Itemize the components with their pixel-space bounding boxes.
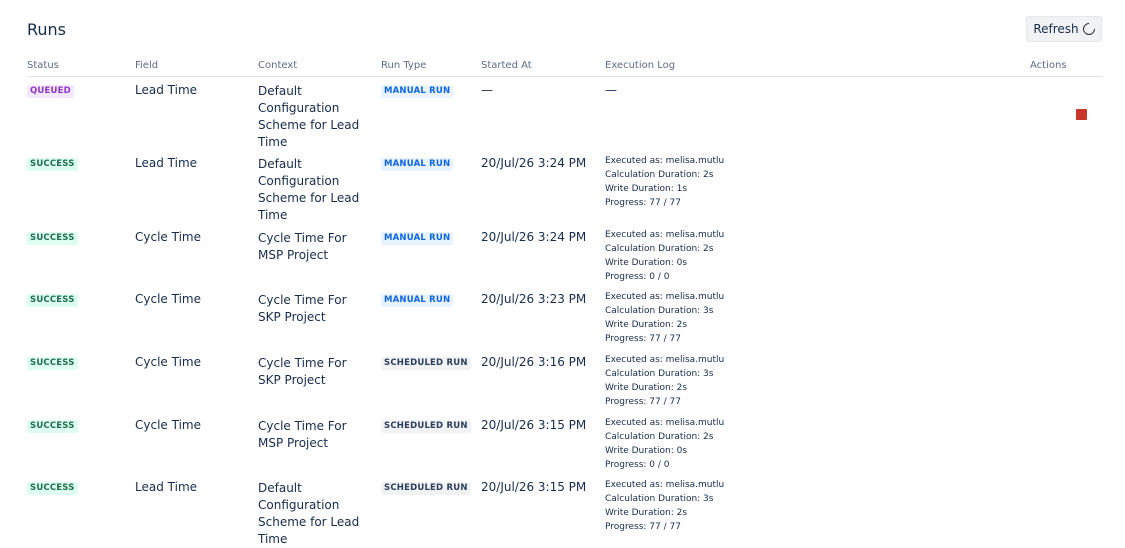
column-header-actions: Actions [1030, 60, 1067, 71]
context-cell: Cycle Time For SKP Project [258, 293, 347, 324]
log-progress: Progress: 0 / 0 [605, 460, 670, 470]
status-badge: SUCCESS [27, 357, 78, 370]
column-header-run-type: Run Type [381, 60, 427, 71]
field-cell: Cycle Time [135, 230, 201, 244]
execution-log-cell: Executed as: melisa.mutlu Calculation Du… [605, 416, 724, 472]
log-executed: Executed as: melisa.mutlu [605, 292, 725, 302]
run-type-badge: MANUAL RUN [381, 294, 454, 307]
run-type-badge: SCHEDULED RUN [381, 420, 471, 433]
field-cell: Lead Time [135, 156, 198, 170]
context-cell: Cycle Time For SKP Project [258, 356, 347, 387]
context-cell: Cycle Time For MSP Project [258, 419, 347, 450]
log-write: Write Duration: 0s [605, 446, 688, 456]
execution-log-cell: Executed as: melisa.mutlu Calculation Du… [605, 228, 724, 284]
log-write: Write Duration: 0s [605, 258, 688, 268]
started-at-cell: 20/Jul/26 3:15 PM [481, 418, 587, 432]
execution-log-cell: — [605, 83, 617, 97]
started-at-cell: 20/Jul/26 3:15 PM [481, 480, 587, 494]
page-title: Runs [27, 20, 67, 39]
started-at-cell: 20/Jul/26 3:24 PM [481, 230, 587, 244]
run-type-badge: MANUAL RUN [381, 232, 454, 245]
log-calculation: Calculation Duration: 3s [605, 306, 714, 316]
log-calculation: Calculation Duration: 3s [605, 369, 714, 379]
log-executed: Executed as: melisa.mutlu [605, 480, 725, 490]
column-header-context: Context [258, 60, 298, 71]
run-type-badge: MANUAL RUN [381, 158, 454, 171]
status-badge: SUCCESS [27, 420, 78, 433]
log-progress: Progress: 77 / 77 [605, 522, 681, 532]
run-type-badge: MANUAL RUN [381, 85, 454, 98]
column-header-status: Status [27, 60, 59, 71]
column-header-started-at: Started At [481, 60, 532, 71]
context-cell: Cycle Time For MSP Project [258, 231, 347, 262]
log-write: Write Duration: 2s [605, 320, 688, 330]
started-at-cell: 20/Jul/26 3:24 PM [481, 156, 587, 170]
field-cell: Cycle Time [135, 418, 201, 432]
log-progress: Progress: 77 / 77 [605, 198, 681, 208]
run-type-badge: SCHEDULED RUN [381, 482, 471, 495]
log-calculation: Calculation Duration: 2s [605, 244, 714, 254]
log-calculation: Calculation Duration: 2s [605, 432, 714, 442]
started-at-cell: 20/Jul/26 3:16 PM [481, 355, 587, 369]
status-badge: SUCCESS [27, 158, 78, 171]
execution-log-cell: Executed as: melisa.mutlu Calculation Du… [605, 353, 724, 409]
status-badge: SUCCESS [27, 294, 78, 307]
log-calculation: Calculation Duration: 2s [605, 170, 714, 180]
log-write: Write Duration: 2s [605, 508, 688, 518]
log-executed: Executed as: melisa.mutlu [605, 418, 725, 428]
log-executed: Executed as: melisa.mutlu [605, 156, 725, 166]
context-cell: Default Configuration Scheme for Lead Ti… [258, 481, 360, 546]
field-cell: Cycle Time [135, 355, 201, 369]
status-badge: SUCCESS [27, 232, 78, 245]
refresh-label: Refresh [1033, 22, 1079, 36]
field-cell: Lead Time [135, 83, 198, 97]
field-cell: Lead Time [135, 480, 198, 494]
field-cell: Cycle Time [135, 292, 201, 306]
run-type-badge: SCHEDULED RUN [381, 357, 471, 370]
stop-icon[interactable] [1076, 109, 1087, 120]
log-calculation: Calculation Duration: 3s [605, 494, 714, 504]
log-write: Write Duration: 1s [605, 184, 688, 194]
log-progress: Progress: 0 / 0 [605, 272, 670, 282]
started-at-cell: — [481, 83, 493, 97]
spinner-icon [1080, 20, 1098, 38]
execution-log-cell: Executed as: melisa.mutlu Calculation Du… [605, 154, 724, 210]
log-executed: Executed as: melisa.mutlu [605, 355, 725, 365]
execution-log-cell: Executed as: melisa.mutlu Calculation Du… [605, 290, 724, 346]
context-cell: Default Configuration Scheme for Lead Ti… [258, 157, 360, 222]
log-progress: Progress: 77 / 77 [605, 334, 681, 344]
log-executed: Executed as: melisa.mutlu [605, 230, 725, 240]
log-write: Write Duration: 2s [605, 383, 688, 393]
column-header-field: Field [135, 60, 159, 71]
header-divider [27, 76, 1102, 77]
status-badge: QUEUED [27, 85, 74, 98]
log-progress: Progress: 77 / 77 [605, 397, 681, 407]
refresh-button[interactable]: Refresh [1026, 16, 1102, 42]
execution-log-cell: Executed as: melisa.mutlu Calculation Du… [605, 478, 724, 534]
status-badge: SUCCESS [27, 482, 78, 495]
started-at-cell: 20/Jul/26 3:23 PM [481, 292, 587, 306]
context-cell: Default Configuration Scheme for Lead Ti… [258, 84, 360, 149]
column-header-execution-log: Execution Log [605, 60, 676, 71]
